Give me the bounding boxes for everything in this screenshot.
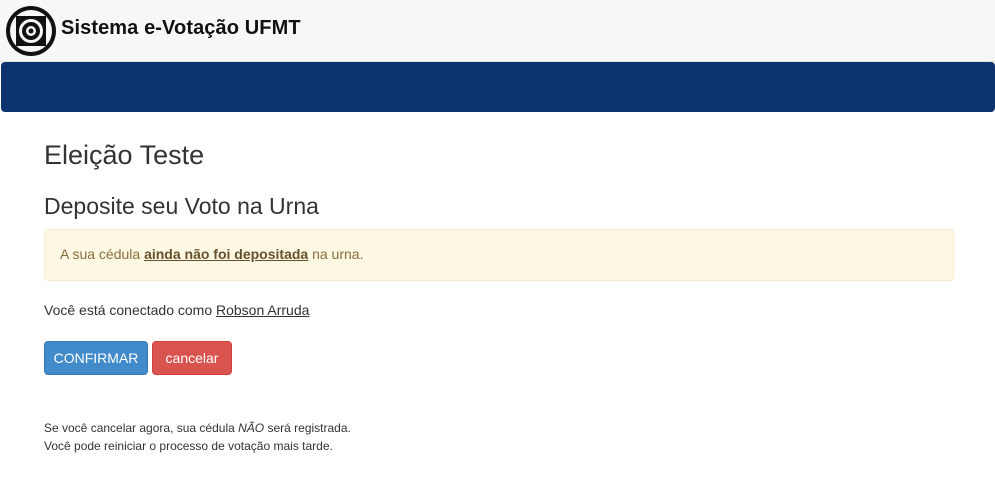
election-title: Eleição Teste [44, 140, 205, 170]
page: Sistema e-Votação UFMT Eleição Teste Dep… [0, 0, 995, 481]
alert-text-suffix: na urna. [308, 246, 364, 262]
not-emphasis: NÃO [238, 421, 265, 435]
connected-user-info: Você está conectado como Robson Arruda [44, 302, 309, 318]
alert-emphasis: ainda não foi depositada [144, 246, 309, 262]
alert-text-prefix: A sua cédula [60, 246, 145, 262]
confirm-button[interactable]: CONFIRMAR [44, 341, 148, 375]
header: Sistema e-Votação UFMT [0, 0, 995, 62]
ballot-status-alert: A sua cédula ainda não foi depositada na… [44, 229, 954, 281]
cancel-note: Se você cancelar agora, sua cédula NÃO s… [44, 419, 351, 455]
cancel-note-line-1: Se você cancelar agora, sua cédula NÃO s… [44, 421, 351, 435]
user-link[interactable]: Robson Arruda [216, 302, 309, 318]
cancel-button[interactable]: cancelar [152, 341, 232, 375]
connected-prefix: Você está conectado como [44, 302, 216, 318]
step-title: Deposite seu Voto na Urna [44, 193, 319, 219]
cancel-note-line-2: Você pode reiniciar o processo de votaçã… [44, 439, 333, 453]
app-title[interactable]: Sistema e-Votação UFMT [61, 17, 301, 40]
ufmt-logo-icon [6, 6, 56, 56]
navbar [1, 62, 995, 112]
